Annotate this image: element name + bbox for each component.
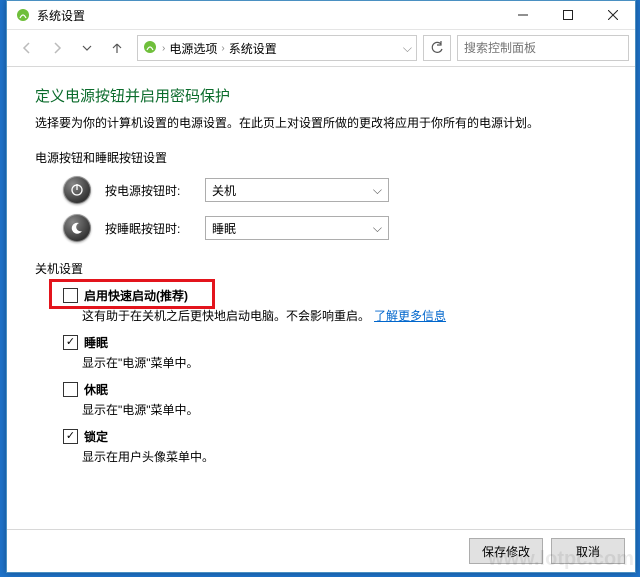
option-fast-startup: 启用快速启动(推荐) 这有助于在关机之后更快地启动电脑。不会影响重启。 了解更多… — [63, 287, 607, 324]
sleep-button-row: 按睡眠按钮时: 睡眠 ⌵ — [63, 214, 607, 242]
sleep-desc: 显示在"电源"菜单中。 — [82, 354, 199, 371]
hibernate-label: 休眠 — [84, 381, 108, 398]
maximize-button[interactable] — [545, 1, 590, 29]
hibernate-checkbox[interactable] — [63, 382, 78, 397]
fast-startup-label: 启用快速启动(推荐) — [84, 287, 188, 304]
toolbar: › 电源选项 › 系统设置 ⌵ — [7, 29, 635, 67]
power-button-row: 按电源按钮时: 关机 ⌵ — [63, 176, 607, 204]
search-input[interactable] — [457, 35, 629, 61]
page-heading: 定义电源按钮并启用密码保护 — [35, 85, 607, 106]
back-button[interactable] — [13, 34, 41, 62]
search-field[interactable] — [458, 36, 640, 60]
sleep-button-label: 按睡眠按钮时: — [105, 220, 205, 237]
titlebar[interactable]: 系统设置 — [7, 1, 635, 29]
power-button-select[interactable]: 关机 ⌵ — [205, 178, 389, 202]
breadcrumb-item[interactable]: 系统设置 — [229, 40, 277, 57]
power-options-icon — [15, 7, 31, 23]
close-button[interactable] — [590, 1, 635, 29]
forward-button[interactable] — [43, 34, 71, 62]
lock-desc: 显示在用户头像菜单中。 — [82, 448, 214, 465]
learn-more-link[interactable]: 了解更多信息 — [374, 307, 446, 324]
footer: 保存修改 取消 — [7, 529, 635, 572]
breadcrumb-item[interactable]: 电源选项 — [169, 40, 217, 57]
chevron-down-icon: ⌵ — [373, 221, 382, 236]
sleep-button-select[interactable]: 睡眠 ⌵ — [205, 216, 389, 240]
option-hibernate: 休眠 显示在"电源"菜单中。 — [63, 381, 607, 418]
up-button[interactable] — [103, 34, 131, 62]
select-value: 关机 — [212, 182, 236, 199]
refresh-button[interactable] — [423, 35, 451, 61]
sleep-checkbox[interactable] — [63, 335, 78, 350]
lock-checkbox[interactable] — [63, 429, 78, 444]
chevron-down-icon: ⌵ — [373, 183, 382, 198]
hibernate-desc: 显示在"电源"菜单中。 — [82, 401, 199, 418]
fast-startup-desc: 这有助于在关机之后更快地启动电脑。不会影响重启。 — [82, 307, 370, 324]
save-button[interactable]: 保存修改 — [469, 538, 543, 564]
section-label-shutdown: 关机设置 — [35, 260, 607, 277]
chevron-right-icon: › — [162, 43, 165, 54]
breadcrumb[interactable]: › 电源选项 › 系统设置 ⌵ — [137, 35, 417, 61]
sleep-label: 睡眠 — [84, 334, 108, 351]
chevron-down-icon[interactable]: ⌵ — [403, 41, 412, 56]
power-button-label: 按电源按钮时: — [105, 182, 205, 199]
lock-label: 锁定 — [84, 428, 108, 445]
fast-startup-checkbox[interactable] — [63, 288, 78, 303]
recent-dropdown[interactable] — [73, 34, 101, 62]
page-subtitle: 选择要为你的计算机设置的电源设置。在此页上对设置所做的更改将应用于你所有的电源计… — [35, 114, 607, 131]
select-value: 睡眠 — [212, 220, 236, 237]
minimize-button[interactable] — [500, 1, 545, 29]
sleep-icon — [63, 214, 91, 242]
option-sleep: 睡眠 显示在"电源"菜单中。 — [63, 334, 607, 371]
content-area: 定义电源按钮并启用密码保护 选择要为你的计算机设置的电源设置。在此页上对设置所做… — [7, 67, 635, 529]
section-label-buttons: 电源按钮和睡眠按钮设置 — [35, 149, 607, 166]
power-icon — [63, 176, 91, 204]
option-lock: 锁定 显示在用户头像菜单中。 — [63, 428, 607, 465]
chevron-right-icon: › — [221, 43, 224, 54]
system-settings-window: 系统设置 › 电源选项 › 系统设置 ⌵ — [6, 0, 636, 573]
cancel-button[interactable]: 取消 — [551, 538, 625, 564]
window-title: 系统设置 — [37, 7, 85, 24]
power-options-icon — [142, 39, 158, 58]
